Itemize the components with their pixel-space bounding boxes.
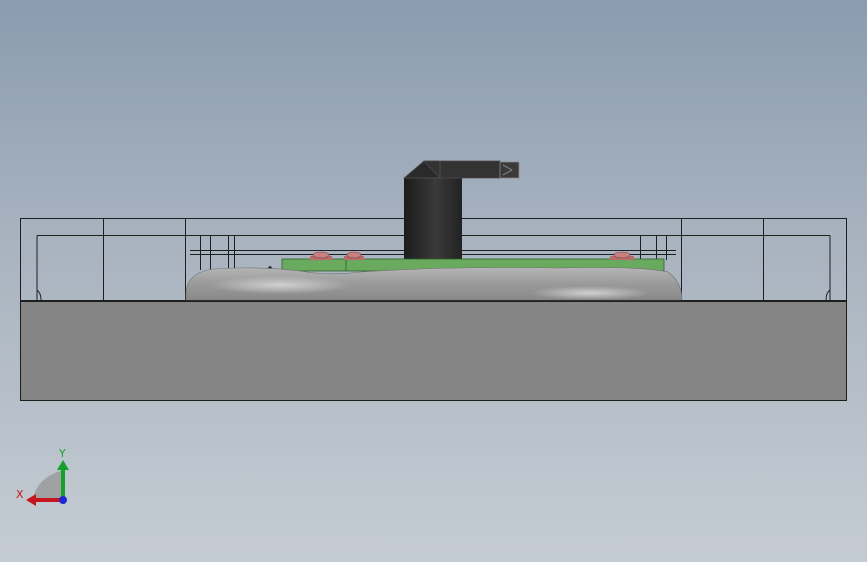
z-axis-dot <box>59 496 67 504</box>
triad-plane-icon <box>33 470 63 500</box>
knob-lever[interactable] <box>402 160 520 262</box>
rounded-body <box>185 267 683 301</box>
3d-viewport[interactable]: Y X <box>0 0 867 562</box>
base-block <box>20 301 847 401</box>
component-1 <box>310 251 332 260</box>
y-axis-label: Y <box>58 447 66 460</box>
component-2 <box>344 251 364 260</box>
component-3 <box>610 251 634 260</box>
x-axis-label: X <box>16 488 24 501</box>
orientation-triad[interactable]: Y X <box>16 447 69 506</box>
